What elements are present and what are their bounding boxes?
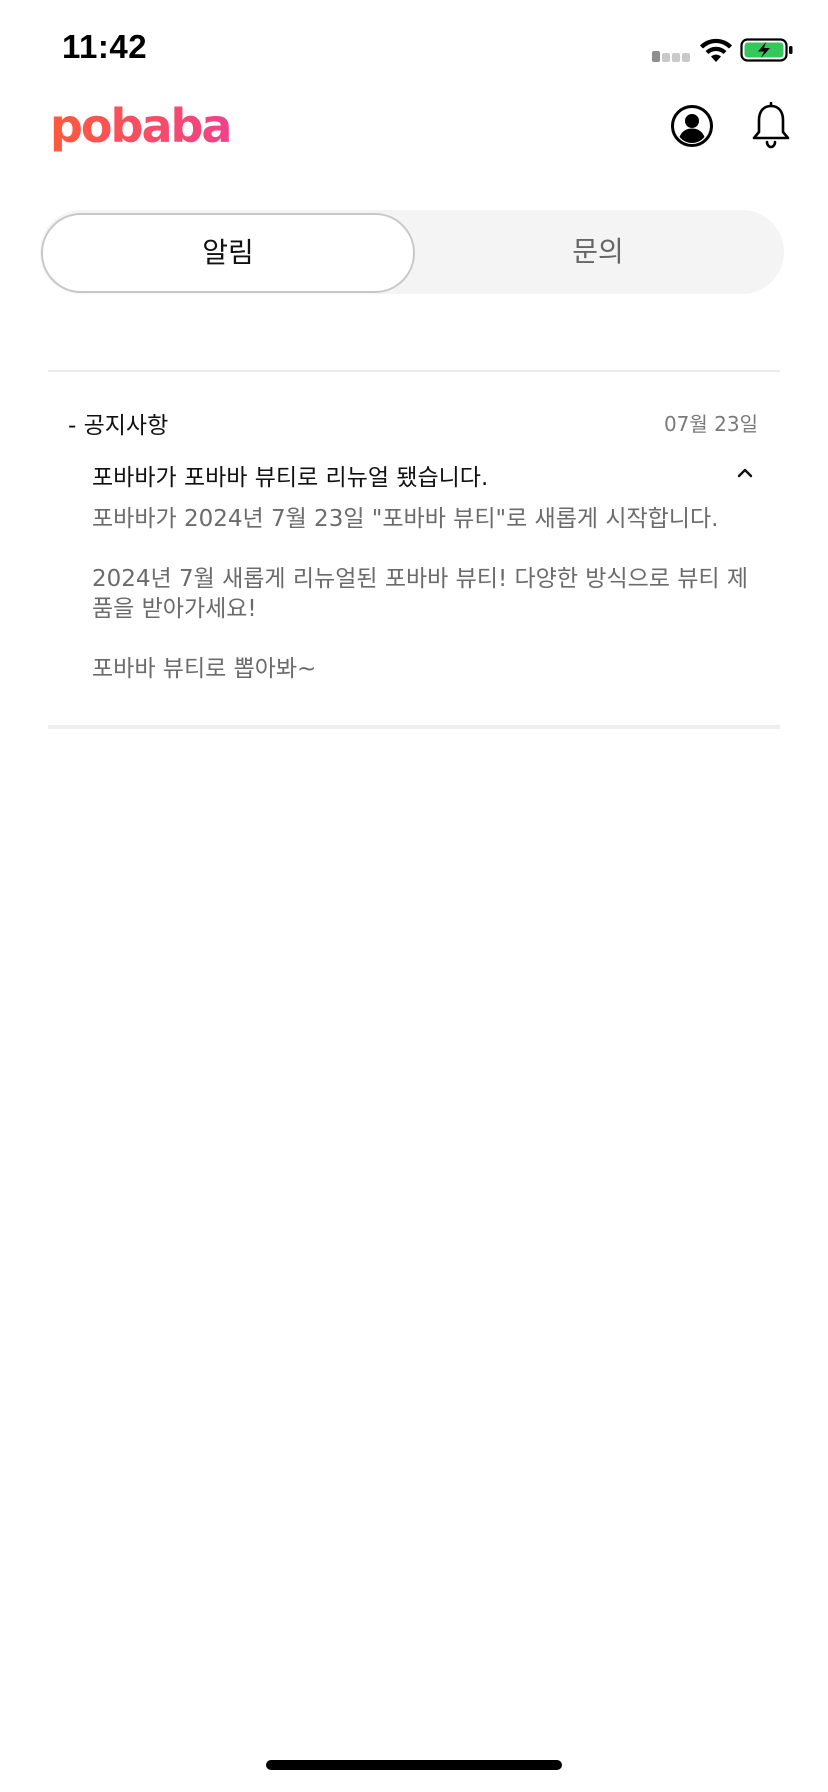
cellular-signal-icon <box>652 50 692 62</box>
notice-title[interactable]: 포바바가 포바바 뷰티로 리뉴얼 됐습니다. <box>92 458 488 492</box>
segmented-tabs: 알림 문의 <box>40 210 784 294</box>
bell-icon[interactable] <box>750 102 792 150</box>
notice-category: - 공지사항 <box>68 413 169 439</box>
user-circle-icon[interactable] <box>670 104 714 148</box>
notice-date: 07월 23일 <box>663 412 758 436</box>
status-bar: 11:42 <box>0 0 828 100</box>
chevron-up-icon[interactable] <box>734 464 756 482</box>
svg-text:pobaba: pobaba <box>50 99 230 153</box>
notice-body-paragraph: 포바바가 2024년 7월 23일 "포바바 뷰티"로 새롭게 시작합니다. <box>92 506 719 532</box>
tab-inquiry[interactable]: 문의 <box>412 210 784 294</box>
wifi-icon <box>700 38 732 62</box>
status-time: 11:42 <box>62 28 148 65</box>
pobaba-logo[interactable]: pobaba <box>48 98 238 162</box>
notice-body-paragraph: 2024년 7월 새롭게 리뉴얼된 포바바 뷰티! 다양한 방식으로 뷰티 제품… <box>92 566 749 622</box>
home-indicator[interactable] <box>266 1760 562 1770</box>
battery-charging-icon <box>740 38 793 62</box>
notice-body-paragraph: 포바바 뷰티로 뽑아봐~ <box>92 656 317 682</box>
list-divider-bottom <box>48 725 780 729</box>
tab-notifications[interactable]: 알림 <box>41 213 415 293</box>
list-divider-top <box>48 370 780 372</box>
notice-body: 포바바가 2024년 7월 23일 "포바바 뷰티"로 새롭게 시작합니다. 2… <box>92 504 762 714</box>
